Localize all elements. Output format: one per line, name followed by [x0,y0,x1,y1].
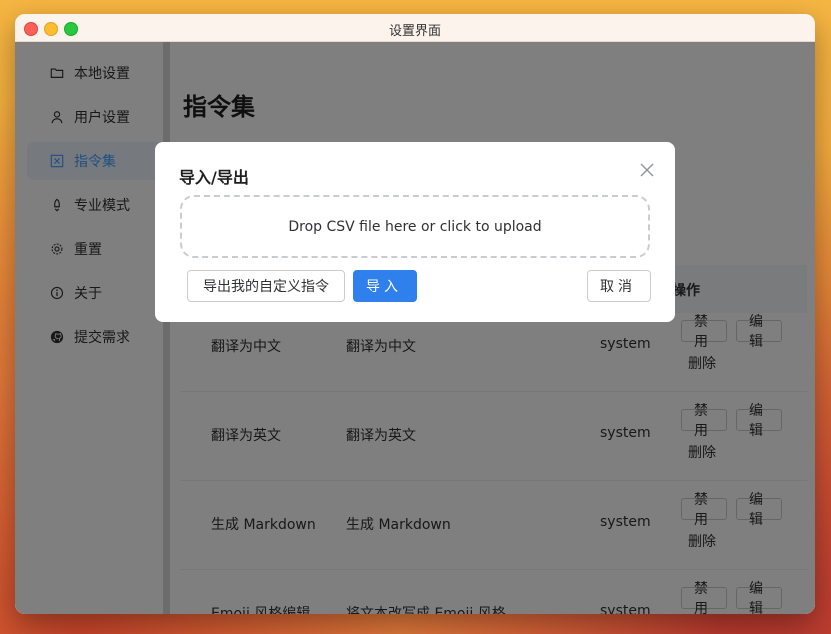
title-bar: 设置界面 [15,14,815,42]
export-custom-commands-button[interactable]: 导出我的自定义指令 [187,270,345,302]
dropzone-text: Drop CSV file here or click to upload [288,218,542,235]
import-button[interactable]: 导入 [353,270,417,302]
modal-overlay[interactable] [15,42,815,614]
csv-upload-dropzone[interactable]: Drop CSV file here or click to upload [180,195,650,258]
cancel-button[interactable]: 取消 [587,270,651,302]
app-window: 设置界面 本地设置 用户设置 指令集 专业模式 [15,14,815,614]
close-icon[interactable] [639,162,655,178]
dialog-title: 导入/导出 [179,168,249,187]
window-title: 设置界面 [388,24,441,39]
import-export-dialog: 导入/导出 Drop CSV file here or click to upl… [155,142,675,322]
